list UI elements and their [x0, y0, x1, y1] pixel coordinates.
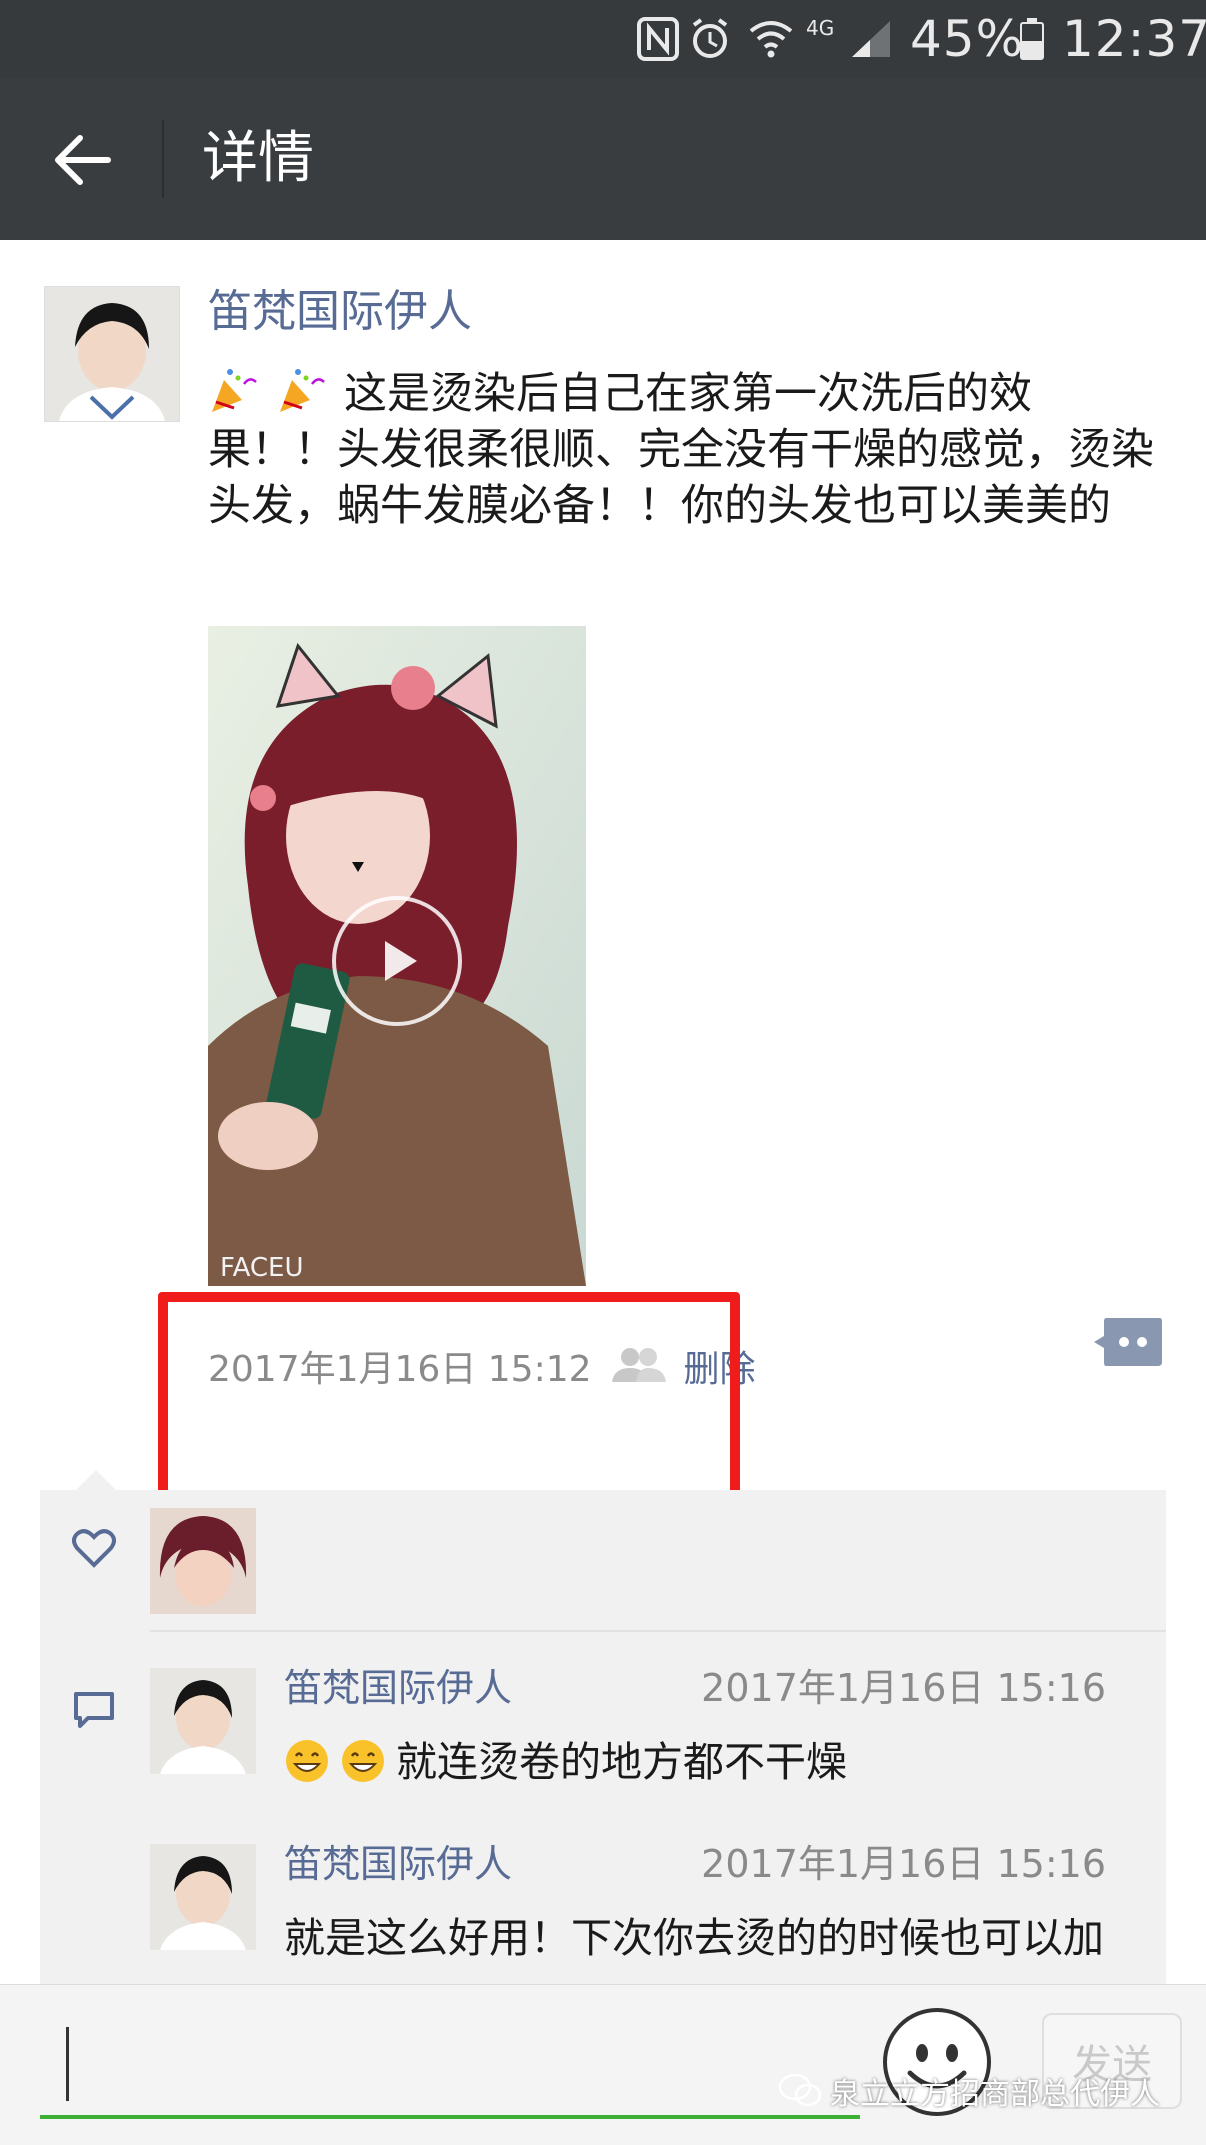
video-thumbnail[interactable]: FACEU: [208, 626, 586, 1286]
comment-text-content: 就连烫卷的地方都不干燥: [396, 1738, 847, 1786]
comment-menu-button[interactable]: [1092, 1316, 1164, 1368]
play-icon: [385, 941, 417, 981]
like-divider: [150, 1630, 1166, 1632]
clock: 12:37: [1062, 10, 1206, 68]
grin-emoji-icon: [340, 1738, 386, 1784]
author-avatar[interactable]: [44, 286, 180, 422]
back-arrow-icon: [55, 135, 111, 185]
battery-percent: 45%: [910, 10, 1025, 68]
party-popper-icon: [208, 364, 268, 416]
wechat-icon: [778, 2073, 822, 2107]
post-text: 这是烫染后自己在家第一次洗后的效果！！头发很柔很顺、完全没有干燥的感觉，烫染头发…: [208, 364, 1158, 534]
text-cursor: [66, 2027, 69, 2101]
liker-avatar[interactable]: [150, 1508, 256, 1614]
comment-author[interactable]: 笛梵国际伊人: [284, 1662, 512, 1714]
comment-avatar[interactable]: [150, 1668, 256, 1774]
account-watermark: 泉立立方招商部总代伊人: [778, 2066, 1160, 2116]
status-bar: 4G 45% 12:37: [0, 0, 1206, 78]
comment-time: 2017年1月16日 15:16: [701, 1666, 1106, 1710]
back-button[interactable]: [40, 118, 124, 202]
wifi-icon: [748, 0, 794, 78]
title-divider: [162, 120, 164, 198]
comments-panel-arrow: [76, 1470, 116, 1490]
watermark-text: 泉立立方招商部总代伊人: [830, 2077, 1160, 2112]
video-watermark: FACEU: [220, 1253, 304, 1283]
comment-input-field[interactable]: [40, 2115, 860, 2119]
battery-icon: [1020, 0, 1044, 78]
comments-panel: 笛梵国际伊人 2017年1月16日 15:16 就连烫卷的地方都不干燥 笛梵国际…: [40, 1490, 1166, 1990]
post-author[interactable]: 笛梵国际伊人: [208, 282, 472, 342]
comment-text: 就连烫卷的地方都不干燥: [284, 1734, 1144, 1790]
comment-author[interactable]: 笛梵国际伊人: [284, 1838, 512, 1890]
comment-composer: 发送: [0, 1984, 1206, 2145]
comment-avatar[interactable]: [150, 1844, 256, 1950]
grin-emoji-icon: [284, 1738, 330, 1784]
title-bar: 详情: [0, 78, 1206, 240]
nfc-icon: [636, 0, 680, 78]
comment-time: 2017年1月16日 15:16: [701, 1842, 1106, 1886]
post-text-content: 这是烫染后自己在家第一次洗后的效果！！头发很柔很顺、完全没有干燥的感觉，烫染头发…: [208, 369, 1154, 531]
comment-text: 就是这么好用！下次你去烫的的时候也可以加: [284, 1914, 1104, 1962]
signal-icon: [850, 0, 894, 78]
highlight-box: [158, 1292, 740, 1500]
play-button[interactable]: [332, 896, 462, 1026]
alarm-icon: [690, 0, 730, 78]
heart-icon: [72, 1529, 116, 1568]
page-title: 详情: [202, 126, 314, 191]
comment-bubble-icon: [74, 1692, 114, 1728]
comment-item[interactable]: 笛梵国际伊人 2017年1月16日 15:16 就是这么好用！下次你去烫的的时候…: [150, 1842, 1150, 1990]
comment-item[interactable]: 笛梵国际伊人 2017年1月16日 15:16 就连烫卷的地方都不干燥: [150, 1666, 1150, 1808]
more-dots-icon: [1094, 1318, 1162, 1366]
party-popper-icon: [276, 364, 336, 416]
